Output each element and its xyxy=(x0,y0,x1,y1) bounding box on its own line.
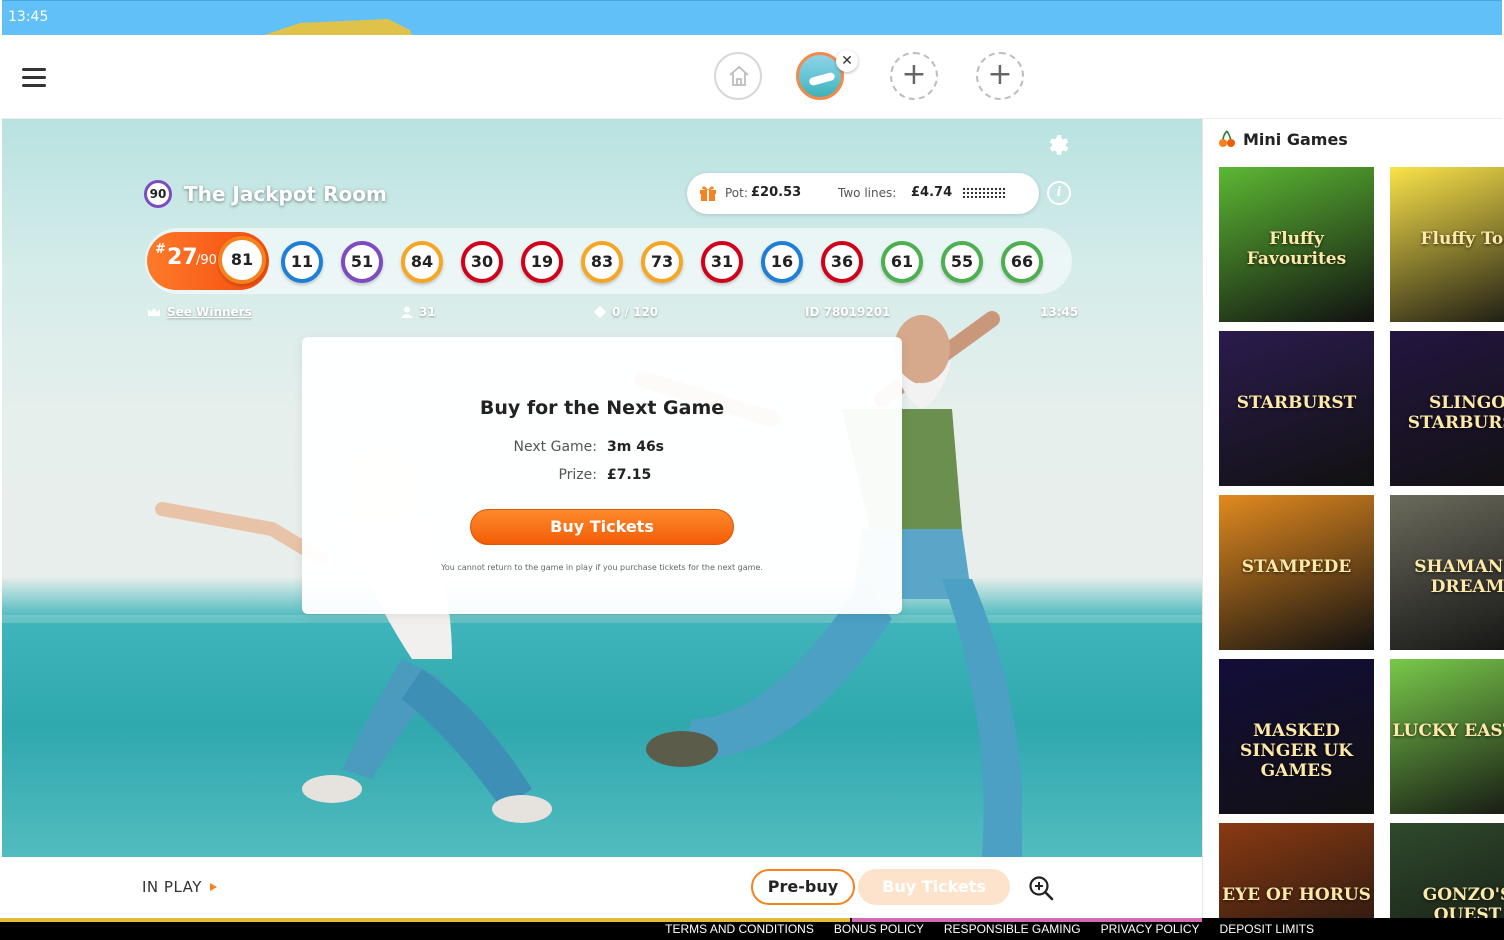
mini-game-tile[interactable]: STARBURST xyxy=(1219,331,1374,486)
called-ball: 11 xyxy=(281,241,323,283)
mini-game-tile[interactable]: Fluffy Favourites xyxy=(1219,167,1374,322)
footer-link-privacy[interactable]: PRIVACY POLICY xyxy=(1101,922,1200,936)
ticket-icon xyxy=(594,306,606,318)
buy-next-game-modal: Buy for the Next Game Next Game: 3m 46s … xyxy=(302,337,902,614)
room-title: The Jackpot Room xyxy=(184,182,387,206)
mini-game-tile[interactable]: EYE OF HORUS xyxy=(1219,823,1374,918)
mini-games-panel: Mini Games Fluffy Favourites Fluffy Too ST… xyxy=(1202,119,1504,918)
status-time: 13:45 xyxy=(8,9,49,25)
footer-link-terms[interactable]: TERMS AND CONDITIONS xyxy=(665,922,814,936)
crown-icon xyxy=(148,308,160,316)
footer-links: TERMS AND CONDITIONS BONUS POLICY RESPON… xyxy=(665,922,1314,936)
info-icon[interactable]: i xyxy=(1047,181,1071,205)
mini-game-tile[interactable]: Fluffy Too xyxy=(1390,167,1504,322)
add-room-button-2[interactable]: + xyxy=(976,52,1024,100)
see-winners-label: See Winners xyxy=(167,305,252,319)
top-header: ✕ + + xyxy=(2,35,1502,119)
buy-tickets-button[interactable]: Buy Tickets xyxy=(470,509,734,545)
game-time: 13:45 xyxy=(1040,305,1079,319)
tickets-count: 0 / 120 xyxy=(594,305,658,319)
prebuy-button[interactable]: Pre-buy xyxy=(751,869,855,905)
mini-game-title: LUCKY EASTER xyxy=(1392,721,1504,741)
bottom-bar: IN PLAY Pre-buy Buy Tickets xyxy=(2,857,1202,918)
prize-label: Prize: xyxy=(558,467,597,483)
players-count: 31 xyxy=(401,305,436,319)
mini-game-title: STAMPEDE xyxy=(1241,557,1352,577)
footer: TERMS AND CONDITIONS BONUS POLICY RESPON… xyxy=(0,918,1504,940)
game-area: 90 The Jackpot Room Pot: £20.53 Two line… xyxy=(2,119,1202,857)
zoom-in-icon[interactable] xyxy=(1028,875,1054,901)
settings-gear-icon[interactable] xyxy=(1045,132,1071,158)
mini-game-title: SHAMAN'S DREAM xyxy=(1414,557,1504,597)
called-ball: 73 xyxy=(641,241,683,283)
pot-label: Pot: xyxy=(725,186,748,200)
user-icon xyxy=(401,306,413,318)
mini-game-tile[interactable]: SLINGO STARBURST xyxy=(1390,331,1504,486)
called-balls-strip: # 27 /90 81 11 51 84 30 19 83 73 31 16 36 61 55 66 xyxy=(145,228,1072,294)
two-lines-label: Two lines: xyxy=(838,186,897,200)
status-bar: 13:45 xyxy=(2,0,1502,39)
room-type-badge: 90 xyxy=(144,180,172,208)
game-id: ID 78019201 xyxy=(805,305,891,319)
room-thumbnail xyxy=(808,71,836,87)
called-ball: 55 xyxy=(941,241,983,283)
mini-game-tile[interactable]: MASKED SINGER UK GAMES xyxy=(1219,659,1374,814)
next-game-value: 3m 46s xyxy=(607,439,665,455)
home-tab-button[interactable] xyxy=(714,52,762,100)
see-winners-link[interactable]: See Winners xyxy=(147,305,252,319)
footer-link-bonus[interactable]: BONUS POLICY xyxy=(834,922,924,936)
players-value: 31 xyxy=(419,305,436,319)
home-icon xyxy=(729,65,749,86)
call-count-hash: # xyxy=(155,242,166,257)
called-ball: 84 xyxy=(401,241,443,283)
mini-games-title: Mini Games xyxy=(1243,129,1348,149)
footer-link-responsible[interactable]: RESPONSIBLE GAMING xyxy=(944,922,1081,936)
called-ball: 19 xyxy=(521,241,563,283)
called-ball: 66 xyxy=(1001,241,1043,283)
mini-game-title: SLINGO STARBURST xyxy=(1407,393,1504,433)
next-game-label: Next Game: xyxy=(513,439,597,455)
mini-game-tile[interactable]: GONZO'S QUEST xyxy=(1390,823,1504,918)
in-play-label: IN PLAY xyxy=(142,878,202,896)
called-ball: 30 xyxy=(461,241,503,283)
mini-game-title: STARBURST xyxy=(1236,393,1357,413)
pot-value: £20.53 xyxy=(751,185,802,200)
pot-info: Pot: £20.53 Two lines: £4.74 xyxy=(687,173,1039,214)
mini-game-tile[interactable]: LUCKY EASTER xyxy=(1390,659,1504,814)
room-header: 90 The Jackpot Room xyxy=(144,179,387,209)
close-icon[interactable]: ✕ xyxy=(836,50,858,72)
two-lines-value: £4.74 xyxy=(911,185,953,200)
mini-game-title: Fluffy Favourites xyxy=(1246,229,1347,269)
mini-game-title: EYE OF HORUS xyxy=(1222,885,1371,905)
current-ball: 81 xyxy=(218,236,266,284)
in-play-tab[interactable]: IN PLAY xyxy=(142,878,217,896)
mini-games-header: Mini Games xyxy=(1217,129,1348,149)
play-arrow-icon xyxy=(209,883,217,891)
tickets-value: 0 / 120 xyxy=(612,305,659,319)
call-count-total: /90 xyxy=(196,253,217,268)
mini-game-title: GONZO'S QUEST xyxy=(1422,885,1504,918)
cherries-icon xyxy=(1219,130,1235,147)
mini-game-tile[interactable]: STAMPEDE xyxy=(1219,495,1374,650)
buy-tickets-disabled-button[interactable]: Buy Tickets xyxy=(858,869,1010,905)
mini-game-title: MASKED SINGER UK GAMES xyxy=(1240,721,1353,781)
mini-game-title: Fluffy Too xyxy=(1420,229,1504,249)
called-ball: 16 xyxy=(761,241,803,283)
called-ball: 83 xyxy=(581,241,623,283)
prize-value: £7.15 xyxy=(607,467,652,483)
modal-title: Buy for the Next Game xyxy=(479,397,725,419)
add-room-button[interactable]: + xyxy=(890,52,938,100)
called-ball: 36 xyxy=(821,241,863,283)
called-ball: 31 xyxy=(701,241,743,283)
called-ball: 51 xyxy=(341,241,383,283)
footer-link-deposit[interactable]: DEPOSIT LIMITS xyxy=(1220,922,1314,936)
called-ball: 61 xyxy=(881,241,923,283)
hamburger-icon[interactable] xyxy=(22,68,46,88)
mini-game-tile[interactable]: SHAMAN'S DREAM xyxy=(1390,495,1504,650)
gift-icon xyxy=(700,186,716,201)
call-count-value: 27 xyxy=(167,245,198,270)
pattern-grid-icon xyxy=(962,187,1006,199)
modal-note: You cannot return to the game in play if… xyxy=(441,563,763,572)
